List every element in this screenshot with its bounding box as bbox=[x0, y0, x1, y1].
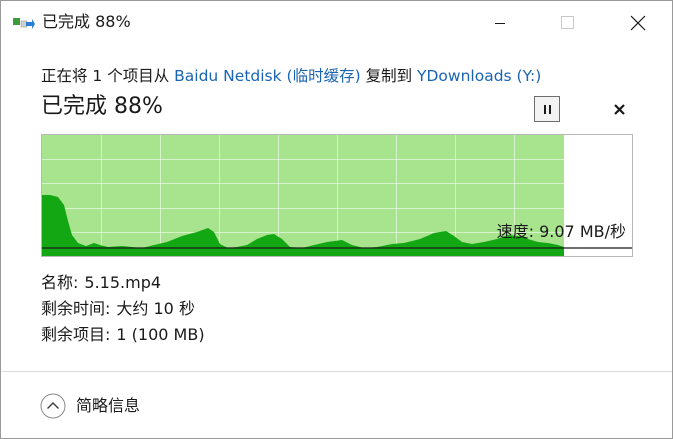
file-copy-dialog: 已完成 88% 正在将 1 个项目从 Baidu Netdisk (临时缓存) … bbox=[0, 0, 673, 439]
close-button[interactable] bbox=[615, 1, 661, 45]
time-remaining-row: 剩余时间: 大约 10 秒 bbox=[41, 298, 195, 320]
maximize-icon bbox=[561, 16, 574, 29]
destination-link[interactable]: YDownloads (Y:) bbox=[417, 67, 541, 85]
time-remaining-label: 剩余时间: bbox=[41, 299, 111, 318]
maximize-button[interactable] bbox=[544, 1, 590, 45]
title-bar[interactable]: 已完成 88% bbox=[1, 1, 672, 45]
source-link[interactable]: Baidu Netdisk (临时缓存) bbox=[174, 67, 360, 85]
close-icon bbox=[630, 15, 646, 31]
time-remaining-value: 大约 10 秒 bbox=[116, 299, 195, 318]
chevron-up-icon bbox=[40, 393, 66, 419]
copy-middle: 复制到 bbox=[365, 67, 413, 85]
speed-label: 速度: 9.07 MB/秒 bbox=[496, 222, 626, 241]
fewer-details-toggle[interactable]: 简略信息 bbox=[40, 391, 140, 421]
pause-button[interactable] bbox=[534, 96, 560, 122]
transfer-speed-graph: 速度: 9.07 MB/秒 bbox=[41, 134, 633, 257]
items-remaining-row: 剩余项目: 1 (100 MB) bbox=[41, 324, 205, 346]
file-name-value: 5.15.mp4 bbox=[84, 273, 162, 292]
file-name-label: 名称: bbox=[41, 273, 79, 292]
copy-prefix: 正在将 1 个项目从 bbox=[41, 67, 170, 85]
window-title: 已完成 88% bbox=[42, 12, 131, 31]
footer-divider bbox=[1, 371, 672, 372]
file-name-row: 名称: 5.15.mp4 bbox=[41, 272, 161, 294]
items-remaining-value: 1 (100 MB) bbox=[116, 325, 205, 344]
minimize-button[interactable] bbox=[477, 1, 523, 45]
cancel-button[interactable] bbox=[606, 96, 632, 122]
progress-status: 已完成 88% bbox=[41, 94, 163, 119]
items-remaining-label: 剩余项目: bbox=[41, 325, 111, 344]
copy-description: 正在将 1 个项目从 Baidu Netdisk (临时缓存) 复制到 YDow… bbox=[41, 65, 541, 87]
fewer-details-label: 简略信息 bbox=[76, 396, 141, 415]
minimize-icon bbox=[495, 23, 505, 24]
cancel-icon bbox=[614, 104, 625, 115]
copy-transfer-icon bbox=[13, 15, 35, 31]
progress-fill bbox=[42, 135, 564, 256]
